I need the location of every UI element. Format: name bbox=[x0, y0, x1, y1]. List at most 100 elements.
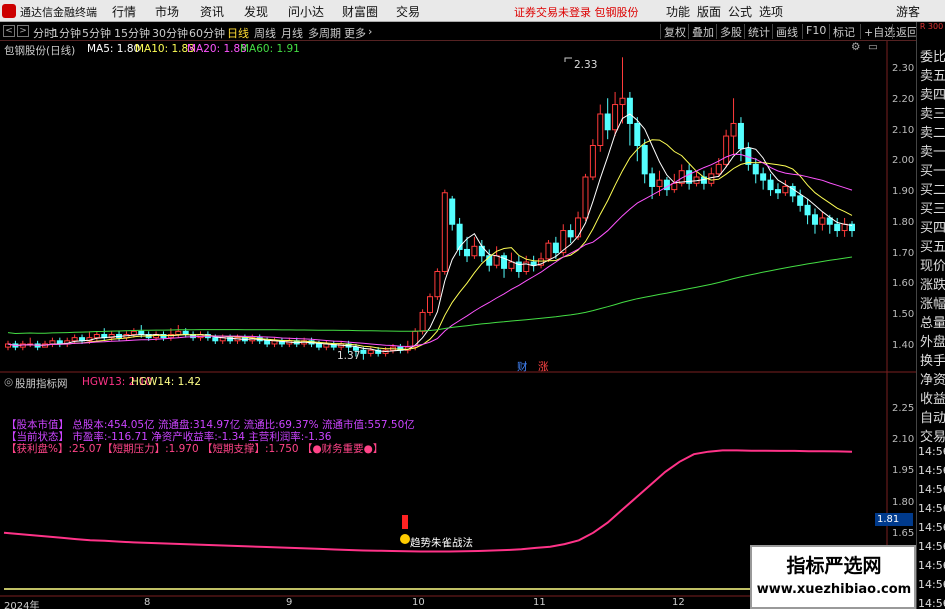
candle-body bbox=[782, 185, 789, 194]
period-60min[interactable]: 60分钟 bbox=[189, 25, 225, 41]
candle-body bbox=[360, 349, 367, 354]
indicator-lines bbox=[3, 449, 853, 590]
sidebar-item[interactable]: 总量 bbox=[920, 312, 945, 331]
minimize-icon[interactable]: ▭ bbox=[868, 41, 878, 53]
period-more[interactable]: 更多 bbox=[344, 25, 366, 41]
menu-item-trade[interactable]: 交易 bbox=[396, 3, 420, 20]
sidebar-item[interactable]: 14:56 bbox=[918, 502, 945, 515]
quote-sidebar: R 300 委比 卖五 卖四 卖三 卖二 卖一 买一 买二 买三 买四 买五 现价 涨跌 涨幅 总量 外盘 换手… bbox=[916, 22, 945, 609]
ind-y-tick: 1.80 bbox=[892, 497, 915, 508]
current-value-badge: 1.81 bbox=[875, 513, 913, 526]
guest-user[interactable]: 游客 bbox=[896, 3, 920, 20]
sidebar-item[interactable]: 卖二 bbox=[920, 122, 945, 141]
menu-item-news[interactable]: 资讯 bbox=[200, 3, 224, 20]
sidebar-item[interactable]: 14:56 bbox=[918, 521, 945, 534]
draw-line-button[interactable]: 画线 bbox=[772, 24, 801, 39]
sidebar-item[interactable]: 涨跌 bbox=[920, 274, 945, 293]
sidebar-item[interactable]: 净资 bbox=[920, 369, 945, 388]
finance-marker[interactable]: 财 bbox=[517, 359, 528, 374]
sidebar-item[interactable]: 卖一 bbox=[920, 141, 945, 160]
sidebar-item[interactable]: 卖三 bbox=[920, 103, 945, 122]
candle-body bbox=[834, 223, 841, 232]
candle-body bbox=[315, 343, 322, 348]
candle-body bbox=[767, 179, 774, 191]
adjust-rights-button[interactable]: 复权 bbox=[660, 24, 689, 39]
f10-button[interactable]: F10 bbox=[802, 24, 829, 39]
sidebar-item[interactable]: 买三 bbox=[920, 198, 945, 217]
indicator-settings-icon[interactable]: ◎ bbox=[4, 376, 13, 388]
sidebar-item[interactable]: 买一 bbox=[920, 160, 945, 179]
candle-body bbox=[626, 97, 633, 124]
candle-body bbox=[49, 340, 56, 345]
candle-body bbox=[811, 214, 818, 225]
sidebar-item[interactable]: 14:56 bbox=[918, 445, 945, 458]
sidebar-item[interactable]: 14:56 bbox=[918, 559, 945, 572]
period-1min[interactable]: 1分钟 bbox=[52, 25, 81, 41]
menu-item-formula[interactable]: 公式 bbox=[728, 3, 752, 20]
ma-line-ma20 bbox=[7, 153, 853, 348]
stock-label: 包钢股份(日线) bbox=[4, 45, 76, 57]
more-chevron-icon[interactable]: › bbox=[368, 25, 372, 38]
sidebar-item[interactable]: 委比 bbox=[920, 46, 945, 65]
candle-body bbox=[797, 195, 804, 206]
kline-chart[interactable] bbox=[0, 41, 916, 609]
overlay-button[interactable]: 叠加 bbox=[688, 24, 717, 39]
sidebar-item[interactable]: 换手 bbox=[920, 350, 945, 369]
statistics-button[interactable]: 统计 bbox=[744, 24, 773, 39]
period-15min[interactable]: 15分钟 bbox=[114, 25, 150, 41]
menu-item-ask[interactable]: 问小达 bbox=[288, 3, 324, 20]
sidebar-item[interactable]: 14:56 bbox=[918, 578, 945, 591]
login-warning[interactable]: 证券交易未登录 包钢股份 bbox=[514, 4, 639, 20]
sidebar-item[interactable]: 14:56 bbox=[918, 483, 945, 496]
sidebar-item[interactable]: 卖五 bbox=[920, 65, 945, 84]
candle-body bbox=[212, 337, 219, 342]
menu-item-wealth-circle[interactable]: 财富圈 bbox=[342, 3, 378, 20]
menu-item-function[interactable]: 功能 bbox=[666, 3, 690, 20]
period-weekly[interactable]: 周线 bbox=[254, 25, 276, 41]
period-5min[interactable]: 5分钟 bbox=[82, 25, 111, 41]
candle-body bbox=[715, 163, 722, 175]
sidebar-item[interactable]: 涨幅 bbox=[920, 293, 945, 312]
candle-body bbox=[819, 217, 826, 225]
menu-item-layout[interactable]: 版面 bbox=[697, 3, 721, 20]
candle-body bbox=[649, 173, 656, 187]
sidebar-item[interactable]: 买四 bbox=[920, 217, 945, 236]
mark-button[interactable]: 标记 bbox=[829, 24, 858, 39]
settings-gear-icon[interactable]: ⚙ bbox=[851, 41, 860, 53]
candle-body bbox=[582, 176, 589, 219]
candle-body bbox=[71, 337, 78, 342]
menu-item-market[interactable]: 市场 bbox=[155, 3, 179, 20]
rise-marker[interactable]: 涨 bbox=[538, 359, 549, 374]
ma20-label: MA20: 1.88 bbox=[187, 43, 247, 55]
menu-item-quotes[interactable]: 行情 bbox=[112, 3, 136, 20]
candle-body bbox=[589, 145, 596, 178]
sidebar-top-label: R 300 bbox=[919, 22, 944, 31]
sidebar-item[interactable]: 买五 bbox=[920, 236, 945, 255]
sidebar-item[interactable]: 卖四 bbox=[920, 84, 945, 103]
ma5-label: MA5: 1.80 bbox=[87, 43, 141, 55]
sidebar-item[interactable]: 14:56 bbox=[918, 540, 945, 553]
sidebar-item[interactable]: 自动 bbox=[920, 407, 945, 426]
candle-body bbox=[471, 245, 478, 257]
period-multi[interactable]: 多周期 bbox=[308, 25, 341, 41]
candle-body bbox=[708, 173, 715, 184]
candle-body bbox=[612, 104, 619, 131]
period-monthly[interactable]: 月线 bbox=[281, 25, 303, 41]
sidebar-item[interactable]: 买二 bbox=[920, 179, 945, 198]
sidebar-item[interactable]: 14:56 bbox=[918, 464, 945, 477]
period-daily[interactable]: 日线 bbox=[227, 25, 249, 41]
prev-button[interactable]: < bbox=[3, 25, 15, 37]
sidebar-item[interactable]: 交易 bbox=[920, 426, 945, 445]
multi-stock-button[interactable]: 多股 bbox=[716, 24, 745, 39]
y-tick: 2.20 bbox=[892, 94, 915, 105]
sidebar-item[interactable]: 外盘 bbox=[920, 331, 945, 350]
sidebar-item[interactable]: 14:56 bbox=[918, 597, 945, 609]
menu-item-discover[interactable]: 发现 bbox=[244, 3, 268, 20]
next-button[interactable]: > bbox=[17, 25, 29, 37]
period-30min[interactable]: 30分钟 bbox=[152, 25, 188, 41]
low-price-label: 1.37 bbox=[337, 350, 361, 362]
y-tick: 1.40 bbox=[892, 340, 915, 351]
menu-item-options[interactable]: 选项 bbox=[759, 3, 783, 20]
sidebar-item[interactable]: 现价 bbox=[920, 255, 945, 274]
sidebar-item[interactable]: 收益 bbox=[920, 388, 945, 407]
